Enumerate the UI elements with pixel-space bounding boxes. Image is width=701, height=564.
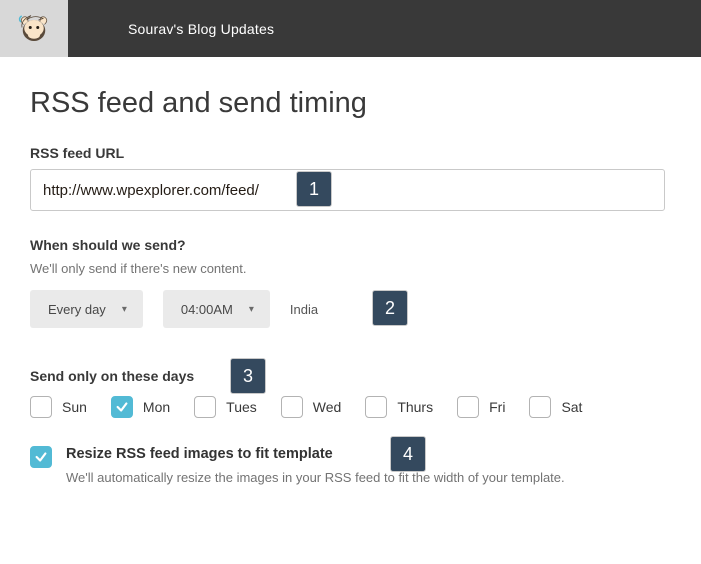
resize-images-title: Resize RSS feed images to fit template — [66, 446, 333, 462]
frequency-value: Every day — [48, 302, 106, 317]
schedule-label: When should we send? — [30, 237, 671, 253]
time-select[interactable]: 04:00AM ▾ — [163, 290, 270, 328]
days-label: Send only on these days — [30, 368, 194, 384]
day-item[interactable]: Wed — [281, 396, 342, 418]
day-item[interactable]: Sun — [30, 396, 87, 418]
resize-images-checkbox[interactable] — [30, 446, 52, 468]
schedule-hint: We'll only send if there's new content. — [30, 261, 671, 276]
day-checkbox[interactable] — [30, 396, 52, 418]
time-value: 04:00AM — [181, 302, 233, 317]
day-checkbox[interactable] — [365, 396, 387, 418]
rss-url-input[interactable] — [30, 169, 665, 211]
page-title: RSS feed and send timing — [30, 87, 671, 120]
day-checkbox[interactable] — [457, 396, 479, 418]
breadcrumb[interactable]: Sourav's Blog Updates — [68, 21, 274, 37]
day-label: Tues — [226, 399, 257, 415]
day-checkbox[interactable] — [281, 396, 303, 418]
rss-url-label: RSS feed URL — [30, 145, 671, 161]
day-label: Thurs — [397, 399, 433, 415]
mailchimp-logo-icon — [16, 11, 52, 47]
chevron-down-icon: ▾ — [122, 304, 127, 315]
timezone-label: India — [290, 302, 318, 317]
day-label: Fri — [489, 399, 505, 415]
day-item[interactable]: Sat — [529, 396, 582, 418]
day-label: Wed — [313, 399, 342, 415]
day-item[interactable]: Mon — [111, 396, 170, 418]
day-item[interactable]: Fri — [457, 396, 505, 418]
frequency-select[interactable]: Every day ▾ — [30, 290, 143, 328]
day-label: Mon — [143, 399, 170, 415]
resize-images-desc: We'll automatically resize the images in… — [66, 470, 565, 485]
annotation-2: 2 — [372, 290, 408, 326]
day-item[interactable]: Thurs — [365, 396, 433, 418]
day-checkbox[interactable] — [194, 396, 216, 418]
day-label: Sun — [62, 399, 87, 415]
days-row: Sun Mon Tues Wed Thurs Fri Sat — [30, 396, 671, 418]
day-label: Sat — [561, 399, 582, 415]
day-checkbox[interactable] — [111, 396, 133, 418]
day-item[interactable]: Tues — [194, 396, 257, 418]
chevron-down-icon: ▾ — [249, 304, 254, 315]
top-bar: Sourav's Blog Updates — [0, 0, 701, 57]
day-checkbox[interactable] — [529, 396, 551, 418]
logo-cell — [0, 0, 68, 57]
